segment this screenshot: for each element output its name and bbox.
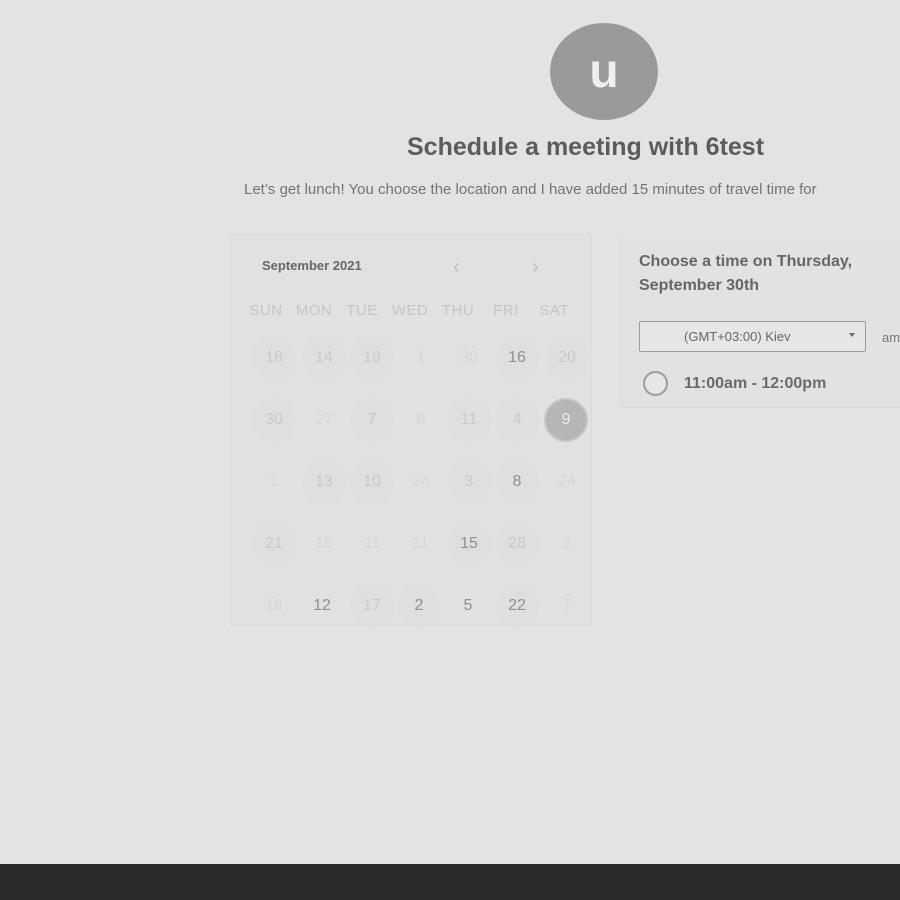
calendar-day[interactable]: 20 <box>545 336 589 380</box>
avatar-initial: u <box>589 44 619 98</box>
time-picker-panel: Choose a time on Thursday, September 30t… <box>620 236 900 408</box>
calendar-day[interactable]: 28 <box>495 522 539 566</box>
caret-down-icon <box>849 333 855 337</box>
calendar-day[interactable]: 15 <box>447 522 491 566</box>
timezone-value: (GMT+03:00) Kiev <box>684 329 791 344</box>
calendar-day[interactable]: 2 <box>545 522 589 566</box>
calendar-day[interactable]: 22 <box>495 584 539 628</box>
weekday-header: SUN <box>249 302 283 319</box>
timezone-select[interactable]: (GMT+03:00) Kiev <box>639 321 866 352</box>
time-slot[interactable]: 11:00am - 12:00pm <box>643 371 826 396</box>
calendar-day[interactable]: 4 <box>495 398 539 442</box>
weekday-header: WED <box>391 302 429 319</box>
calendar-day-selected[interactable]: 9 <box>544 398 588 442</box>
calendar-day[interactable]: 1 <box>252 460 296 504</box>
page-title: Schedule a meeting with 6test <box>407 133 765 161</box>
calendar-day[interactable]: 21 <box>252 522 296 566</box>
calendar-day[interactable]: 7 <box>545 584 589 628</box>
calendar-day[interactable]: 13 <box>302 460 346 504</box>
footer-bar <box>0 864 900 900</box>
calendar-day[interactable]: 24 <box>545 460 589 504</box>
avatar: u <box>550 23 658 120</box>
calendar-day[interactable]: 24 <box>399 460 443 504</box>
calendar-day[interactable]: 10 <box>350 460 394 504</box>
calendar-day[interactable]: 14 <box>302 336 346 380</box>
calendar-day[interactable]: 27 <box>302 398 346 442</box>
calendar-day[interactable]: 30 <box>447 336 491 380</box>
calendar-day[interactable]: 11 <box>447 398 491 442</box>
page-subtitle: Let’s get lunch! You choose the location… <box>244 181 817 198</box>
weekday-header: THU <box>441 302 475 319</box>
chevron-left-icon[interactable]: ‹ <box>453 257 460 277</box>
calendar-day[interactable]: 11 <box>350 522 394 566</box>
calendar-day[interactable]: 30 <box>252 398 296 442</box>
calendar-day[interactable]: 11 <box>399 522 443 566</box>
calendar-day[interactable]: 8 <box>399 398 443 442</box>
calendar-day[interactable]: 18 <box>252 336 296 380</box>
time-slot-label: 11:00am - 12:00pm <box>684 374 827 392</box>
calendar: September 2021 ‹ › SUN MON TUE WED THU F… <box>230 234 592 628</box>
calendar-day[interactable]: 17 <box>350 584 394 628</box>
calendar-day[interactable]: 15 <box>302 522 346 566</box>
calendar-day[interactable]: 19 <box>350 336 394 380</box>
chevron-right-icon[interactable]: › <box>532 257 539 277</box>
weekday-header: MON <box>295 302 333 319</box>
calendar-day[interactable]: 1 <box>399 336 443 380</box>
calendar-day[interactable]: 2 <box>397 584 441 628</box>
ampm-toggle[interactable]: am <box>882 330 900 345</box>
calendar-day[interactable]: 7 <box>350 398 394 442</box>
calendar-day[interactable]: 5 <box>446 584 490 628</box>
calendar-month-label: September 2021 <box>262 258 362 273</box>
weekday-header: FRI <box>493 302 519 319</box>
time-picker-title: Choose a time on Thursday, September 30t… <box>639 253 853 294</box>
weekday-header: SAT <box>539 302 569 319</box>
weekday-header: TUE <box>346 302 378 319</box>
calendar-day[interactable]: 8 <box>495 460 539 504</box>
calendar-day[interactable]: 3 <box>447 460 491 504</box>
calendar-day[interactable]: 16 <box>495 336 539 380</box>
calendar-day[interactable]: 12 <box>300 584 344 628</box>
radio-button[interactable] <box>643 371 668 396</box>
calendar-day[interactable]: 18 <box>252 584 296 628</box>
